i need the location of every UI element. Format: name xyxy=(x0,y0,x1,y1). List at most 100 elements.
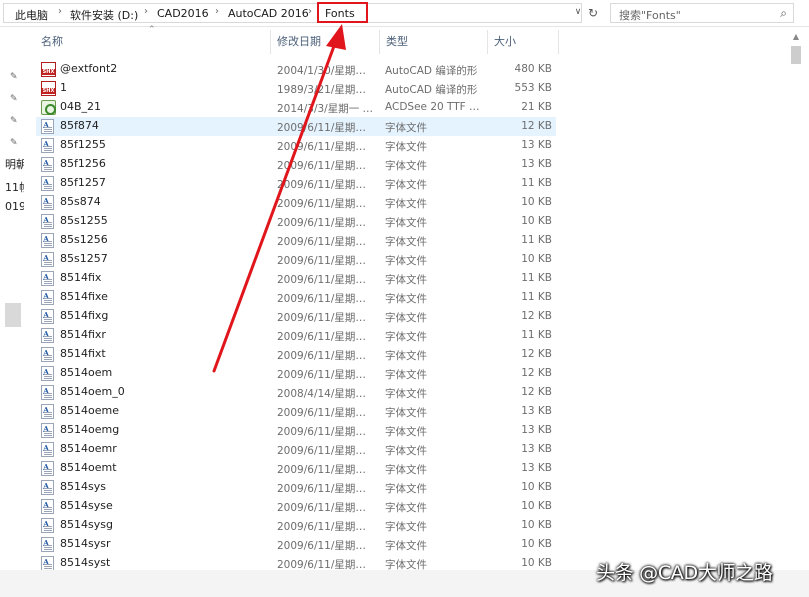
file-size: 10 KB xyxy=(521,519,552,531)
column-divider[interactable] xyxy=(558,30,559,54)
file-size: 11 KB xyxy=(521,177,552,189)
file-size: 11 KB xyxy=(521,234,552,246)
font-file-icon: A xyxy=(41,309,55,324)
file-name: 8514syst xyxy=(60,556,111,569)
file-row[interactable]: SHX @extfont2 2004/1/30/星期… AutoCAD 编译的形 480… xyxy=(36,60,556,79)
address-bar[interactable]: 此电脑 › 软件安装 (D:) › CAD2016 › AutoCAD 2016… xyxy=(3,3,582,23)
nav-item-fragment[interactable]: 019( xyxy=(5,200,24,213)
file-row[interactable]: A 8514fix 2009/6/11/星期… 字体文件 11 KB xyxy=(36,269,556,288)
file-date: 2009/6/11/星期… xyxy=(277,445,366,457)
breadcrumb-separator-icon[interactable]: › xyxy=(58,6,62,17)
column-header-name[interactable]: 名称 xyxy=(35,30,270,54)
file-size: 12 KB xyxy=(521,386,552,398)
file-row[interactable]: A 8514oemt 2009/6/11/星期… 字体文件 13 KB xyxy=(36,459,556,478)
nav-scrollbar-thumb[interactable] xyxy=(5,303,21,327)
pin-icon[interactable]: ✎ xyxy=(10,72,18,82)
file-row[interactable]: A 85f1255 2009/6/11/星期… 字体文件 13 KB xyxy=(36,136,556,155)
file-row[interactable]: A 8514oem 2009/6/11/星期… 字体文件 12 KB xyxy=(36,364,556,383)
font-file-icon: A xyxy=(41,252,55,267)
font-file-icon: A xyxy=(41,480,55,495)
file-name: 8514oemr xyxy=(60,442,117,455)
file-name: 85f874 xyxy=(60,119,99,132)
file-size: 13 KB xyxy=(521,158,552,170)
address-dropdown-icon[interactable]: ∨ xyxy=(571,7,585,25)
column-header-date[interactable]: 修改日期 xyxy=(271,30,379,54)
file-row[interactable]: A 8514oemg 2009/6/11/星期… 字体文件 13 KB xyxy=(36,421,556,440)
breadcrumb-autocad-2016[interactable]: AutoCAD 2016 xyxy=(228,7,309,20)
file-row[interactable]: A 8514syse 2009/6/11/星期… 字体文件 10 KB xyxy=(36,497,556,516)
font-file-icon: A xyxy=(41,214,55,229)
file-row[interactable]: A 85f1257 2009/6/11/星期… 字体文件 11 KB xyxy=(36,174,556,193)
file-name: 8514oem xyxy=(60,366,113,379)
file-type: 字体文件 xyxy=(385,160,427,172)
file-size: 12 KB xyxy=(521,367,552,379)
nav-item-fragment[interactable]: 11帧 xyxy=(5,179,24,195)
file-date: 2009/6/11/星期… xyxy=(277,179,366,191)
file-row[interactable]: A 8514sysg 2009/6/11/星期… 字体文件 10 KB xyxy=(36,516,556,535)
breadcrumb-separator-icon[interactable]: › xyxy=(144,6,148,17)
column-header-type[interactable]: 类型 xyxy=(380,30,487,54)
file-type: 字体文件 xyxy=(385,388,427,400)
file-row[interactable]: A 8514oemr 2009/6/11/星期… 字体文件 13 KB xyxy=(36,440,556,459)
pin-icon[interactable]: ✎ xyxy=(10,94,18,104)
scrollbar-thumb[interactable] xyxy=(791,46,801,64)
font-file-icon: A xyxy=(41,499,55,514)
vertical-scrollbar[interactable]: ▲ xyxy=(789,30,803,575)
file-row[interactable]: A 8514fixr 2009/6/11/星期… 字体文件 11 KB xyxy=(36,326,556,345)
file-row[interactable]: A 85f874 2009/6/11/星期… 字体文件 12 KB xyxy=(36,117,556,136)
file-name: 8514fixg xyxy=(60,309,109,322)
pin-icon[interactable]: ✎ xyxy=(10,116,18,126)
pin-icon[interactable]: ✎ xyxy=(10,138,18,148)
file-type: 字体文件 xyxy=(385,350,427,362)
breadcrumb-drive-d[interactable]: 软件安装 (D:) xyxy=(70,7,138,23)
scroll-up-icon[interactable]: ▲ xyxy=(789,32,803,44)
file-size: 11 KB xyxy=(521,329,552,341)
file-date: 2009/6/11/星期… xyxy=(277,502,366,514)
breadcrumb-separator-icon[interactable]: › xyxy=(215,6,219,17)
file-size: 12 KB xyxy=(521,120,552,132)
breadcrumb-this-pc[interactable]: 此电脑 xyxy=(15,7,48,23)
file-row[interactable]: A 8514oem_0 2008/4/14/星期… 字体文件 12 KB xyxy=(36,383,556,402)
file-row[interactable]: A 85f1256 2009/6/11/星期… 字体文件 13 KB xyxy=(36,155,556,174)
font-file-icon: A xyxy=(41,366,55,381)
file-row[interactable]: SHX 1 1989/3/21/星期… AutoCAD 编译的形 553 KB xyxy=(36,79,556,98)
file-date: 2009/6/11/星期… xyxy=(277,350,366,362)
file-size: 13 KB xyxy=(521,139,552,151)
file-row[interactable]: A 85s1256 2009/6/11/星期… 字体文件 11 KB xyxy=(36,231,556,250)
file-size: 12 KB xyxy=(521,348,552,360)
file-size: 12 KB xyxy=(521,310,552,322)
file-row[interactable]: 04B_21 2014/3/3/星期一 … ACDSee 20 TTF … 21 KB xyxy=(36,98,556,117)
file-row[interactable]: A 85s874 2009/6/11/星期… 字体文件 10 KB xyxy=(36,193,556,212)
file-date: 1989/3/21/星期… xyxy=(277,84,366,96)
breadcrumb-cad2016[interactable]: CAD2016 xyxy=(157,7,209,20)
file-type: 字体文件 xyxy=(385,217,427,229)
file-type: 字体文件 xyxy=(385,445,427,457)
file-type: 字体文件 xyxy=(385,426,427,438)
column-header-size[interactable]: 大小 xyxy=(488,30,558,54)
breadcrumb-separator-icon[interactable]: › xyxy=(308,6,312,17)
font-file-icon: A xyxy=(41,518,55,533)
file-size: 553 KB xyxy=(514,82,552,94)
file-row[interactable]: A 8514sys 2009/6/11/星期… 字体文件 10 KB xyxy=(36,478,556,497)
search-input[interactable]: 搜索"Fonts" ⌕ xyxy=(610,3,794,23)
nav-item-fragment[interactable]: 明朝 xyxy=(5,156,24,172)
file-row[interactable]: A 8514sysr 2009/6/11/星期… 字体文件 10 KB xyxy=(36,535,556,554)
file-type: 字体文件 xyxy=(385,464,427,476)
file-row[interactable]: A 8514oeme 2009/6/11/星期… 字体文件 13 KB xyxy=(36,402,556,421)
fonts-highlight-box xyxy=(317,2,368,23)
refresh-icon[interactable]: ↻ xyxy=(584,3,602,23)
file-row[interactable]: A 8514fixg 2009/6/11/星期… 字体文件 12 KB xyxy=(36,307,556,326)
file-size: 10 KB xyxy=(521,557,552,569)
file-row[interactable]: A 8514fixt 2009/6/11/星期… 字体文件 12 KB xyxy=(36,345,556,364)
file-name: 8514sysr xyxy=(60,537,111,550)
file-row[interactable]: A 8514fixe 2009/6/11/星期… 字体文件 11 KB xyxy=(36,288,556,307)
search-icon[interactable]: ⌕ xyxy=(780,6,787,21)
file-name: 8514fixr xyxy=(60,328,106,341)
file-row[interactable]: A 85s1257 2009/6/11/星期… 字体文件 10 KB xyxy=(36,250,556,269)
file-name: @extfont2 xyxy=(60,62,118,75)
file-size: 10 KB xyxy=(521,481,552,493)
file-name: 85s1257 xyxy=(60,252,108,265)
file-row[interactable]: A 85s1255 2009/6/11/星期… 字体文件 10 KB xyxy=(36,212,556,231)
file-size: 10 KB xyxy=(521,538,552,550)
acdsee-icon xyxy=(41,100,56,115)
